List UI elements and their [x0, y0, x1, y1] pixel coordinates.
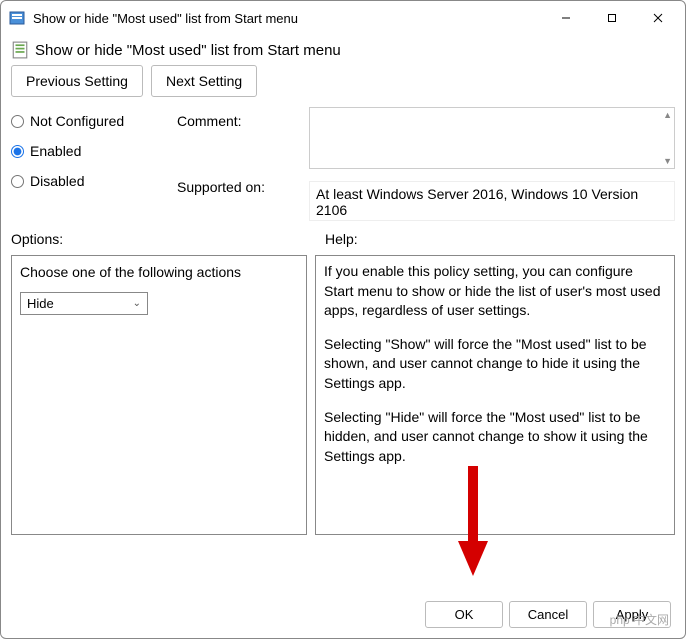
options-panel: Choose one of the following actions Hide…	[11, 255, 307, 535]
help-text: Selecting "Show" will force the "Most us…	[324, 335, 666, 394]
supported-on-text: At least Windows Server 2016, Windows 10…	[309, 181, 675, 221]
radio-disabled[interactable]: Disabled	[11, 173, 173, 189]
state-radio-group: Not Configured Enabled Disabled	[11, 107, 173, 189]
comment-textarea[interactable]: ▲ ▼	[309, 107, 675, 169]
radio-label: Enabled	[30, 143, 81, 159]
cancel-button[interactable]: Cancel	[509, 601, 587, 628]
minimize-button[interactable]	[543, 3, 589, 33]
policy-icon	[9, 10, 25, 26]
help-text: If you enable this policy setting, you c…	[324, 262, 666, 321]
radio-label: Not Configured	[30, 113, 124, 129]
ok-button[interactable]: OK	[425, 601, 503, 628]
scroll-up-icon: ▲	[663, 110, 672, 120]
close-button[interactable]	[635, 3, 681, 33]
help-label: Help:	[311, 231, 358, 247]
comment-label: Comment:	[177, 107, 305, 129]
radio-label: Disabled	[30, 173, 84, 189]
maximize-button[interactable]	[589, 3, 635, 33]
policy-header: Show or hide "Most used" list from Start…	[11, 41, 675, 59]
select-value: Hide	[27, 296, 54, 311]
help-text: Selecting "Hide" will force the "Most us…	[324, 408, 666, 467]
document-icon	[11, 41, 29, 59]
help-panel[interactable]: If you enable this policy setting, you c…	[315, 255, 675, 535]
supported-on-label: Supported on:	[177, 173, 305, 195]
options-label: Options:	[11, 231, 311, 247]
window-title: Show or hide "Most used" list from Start…	[33, 11, 543, 26]
previous-setting-button[interactable]: Previous Setting	[11, 65, 143, 97]
scroll-down-icon: ▼	[663, 156, 672, 166]
chevron-down-icon: ⌄	[133, 298, 141, 309]
apply-button[interactable]: Apply	[593, 601, 671, 628]
radio-not-configured[interactable]: Not Configured	[11, 113, 173, 129]
next-setting-button[interactable]: Next Setting	[151, 65, 257, 97]
radio-enabled[interactable]: Enabled	[11, 143, 173, 159]
dialog-footer: OK Cancel Apply	[425, 601, 671, 628]
titlebar: Show or hide "Most used" list from Start…	[1, 1, 685, 35]
options-prompt: Choose one of the following actions	[20, 264, 298, 280]
action-select[interactable]: Hide ⌄	[20, 292, 148, 315]
policy-title: Show or hide "Most used" list from Start…	[35, 42, 341, 59]
